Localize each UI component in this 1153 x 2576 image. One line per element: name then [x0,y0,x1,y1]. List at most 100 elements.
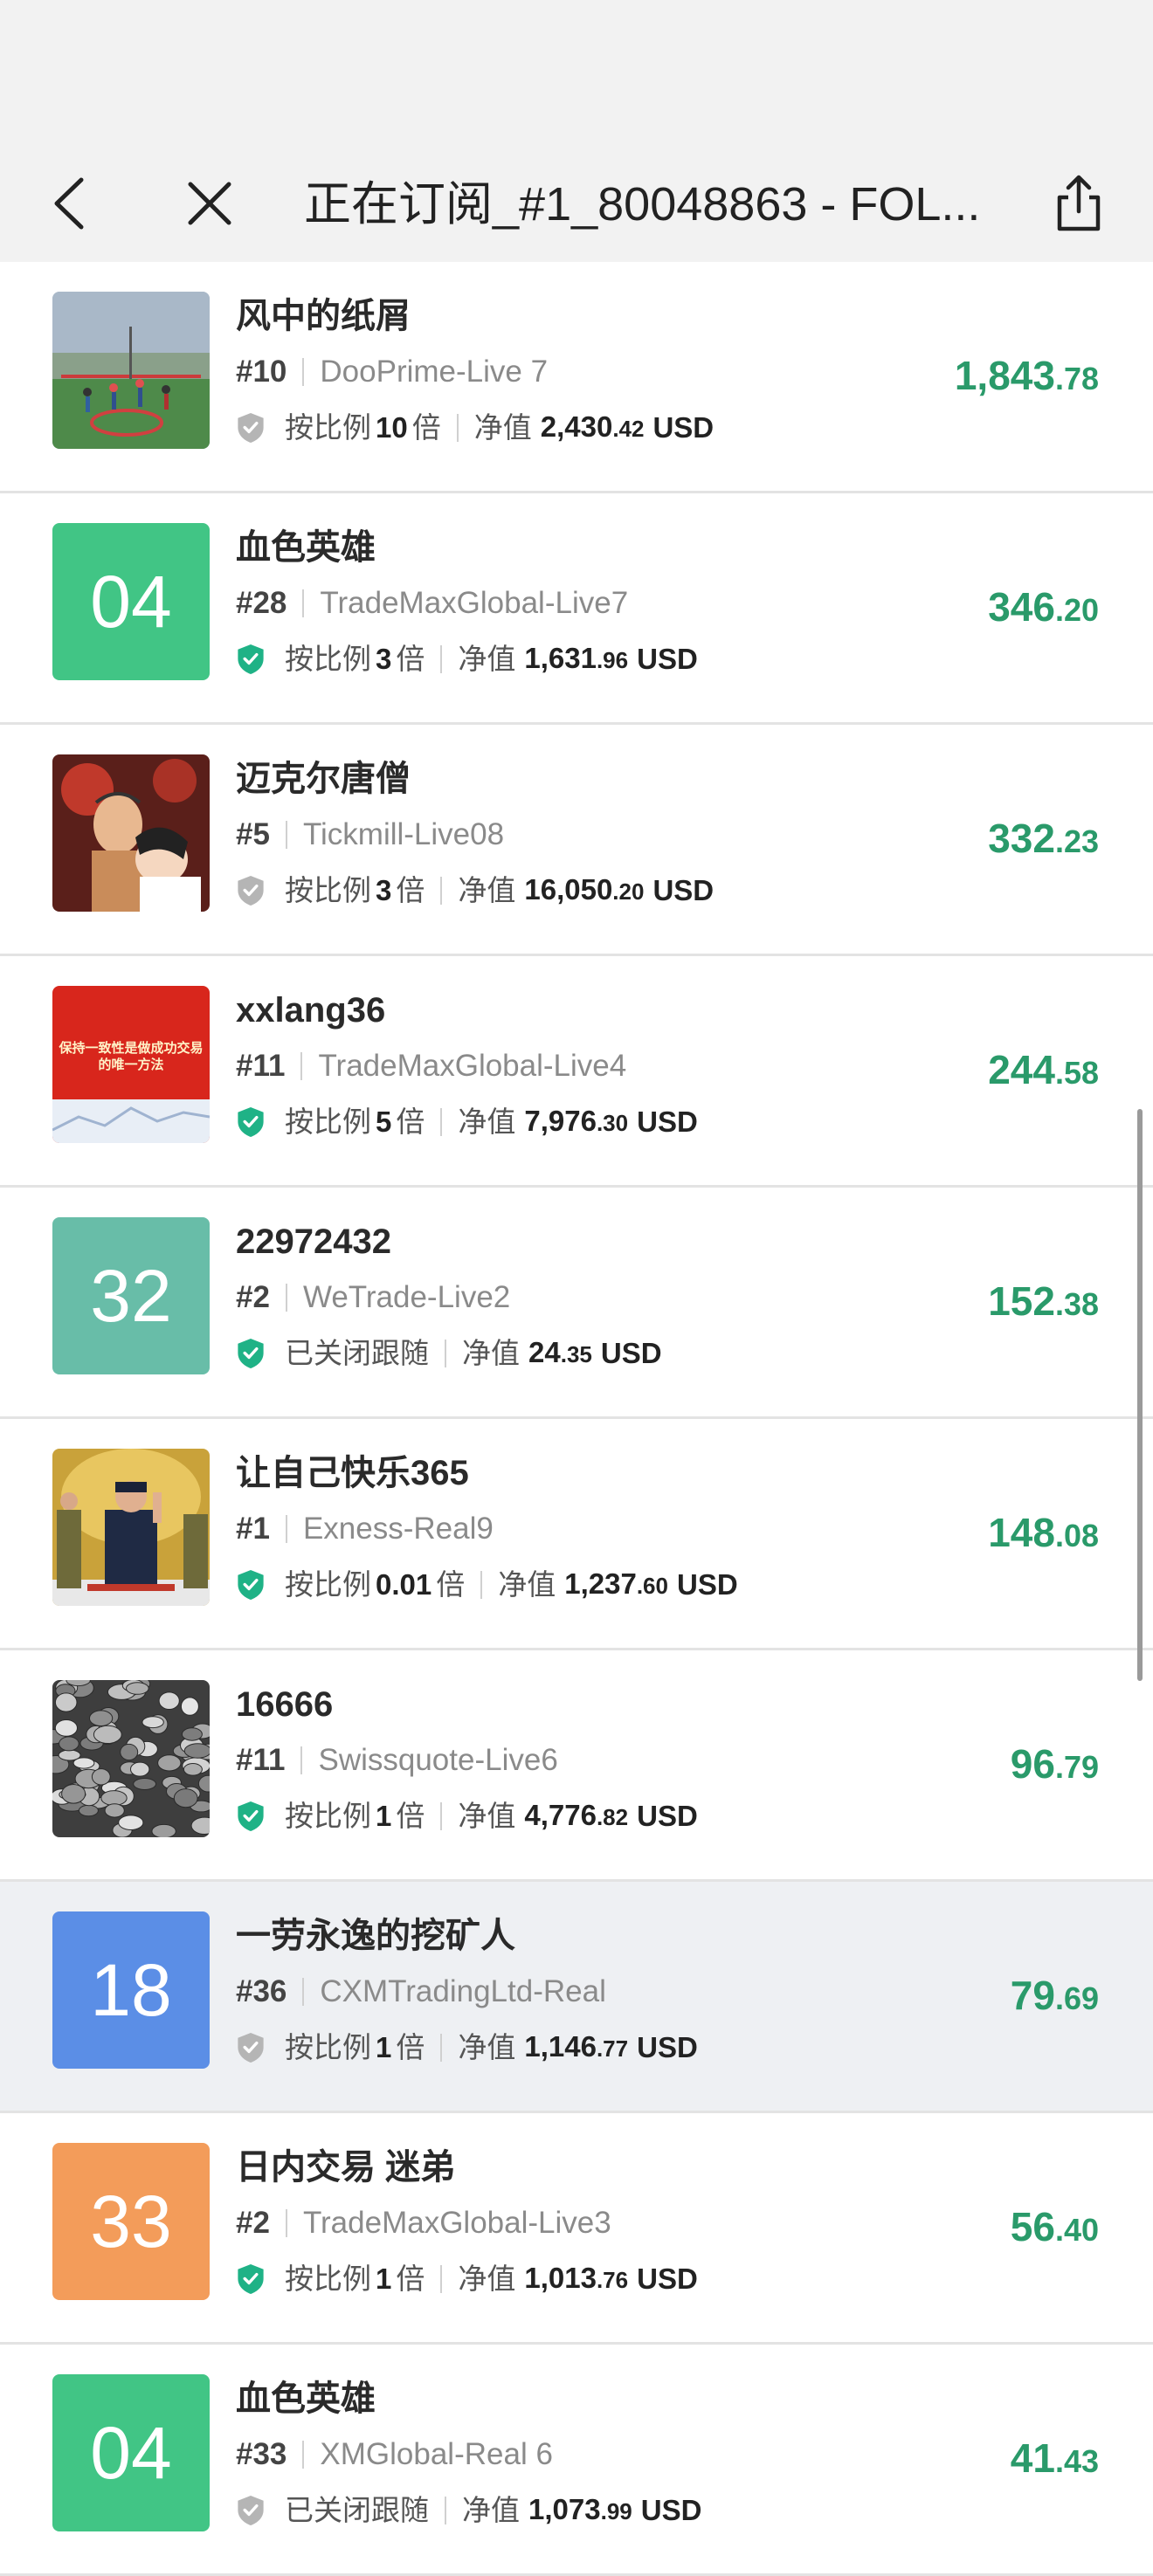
follow-info: 按比例 3 倍净值 16,050.20 USD [236,870,714,912]
currency: USD [637,2031,698,2063]
server-label: XMGlobal-Real 6 [320,2437,553,2471]
equity-dec: .99 [600,2498,632,2524]
caption-line: 的唯一方法 [98,1057,164,1072]
divider [456,414,459,442]
equity-int: 2,430 [540,410,613,443]
follow-info: 按比例 1 倍 净值 1,013.76 USD [236,2258,698,2300]
list-item[interactable]: 16666 #11 Swissquote-Live6 按比例 1 倍 净值 4,776.82 U… [0,1650,1153,1882]
scrollbar[interactable] [1137,1109,1143,1681]
meta-line: #2 WeTrade-Live2 [236,1277,510,1319]
ratio-value: 0.01 [376,1568,432,1601]
trader-name: 16666 [236,1685,334,1724]
divider [285,1515,287,1543]
equity-label: 净值 [473,411,532,444]
divider [300,1746,303,1774]
profit-int: 332 [988,816,1055,861]
rank-label: #11 [236,1743,286,1777]
profit-int: 152 [988,1278,1055,1324]
meta-line: #33 XMGlobal-Real 6 [236,2434,553,2476]
list-item[interactable]: 33 日内交易 迷弟 #2 TradeMaxGlobal-Live3 按比例 1 倍 净值 1,… [0,2113,1153,2345]
meta-line: #36 CXMTradingLtd-Real [236,1971,606,2013]
divider [445,2497,446,2524]
rank-label: #2 [236,1280,270,1314]
currency: USD [637,1105,698,1138]
divider [285,1284,287,1312]
equity-dec: .82 [596,1804,629,1830]
server-label: Swissquote-Live6 [318,1743,558,1777]
profit-dec: .78 [1054,361,1099,396]
meta-line: #5 Tickmill-Live08 [236,814,504,856]
divider [300,1052,303,1080]
profit-dec: .40 [1054,2212,1099,2248]
profit-value: 332.23 [988,812,1099,868]
divider [302,589,305,617]
shield-check-icon-inactive [238,2495,264,2526]
list-item[interactable]: 迈克尔唐僧 #5 Tickmill-Live08 按比例 3 倍净值 16,050.20 US… [0,725,1153,956]
avatar-label: 04 [90,2411,172,2494]
list-item[interactable]: 04 血色英雄 #28 TradeMaxGlobal-Live7 按比例 3 倍 净值 1,63… [0,493,1153,725]
trader-name: 风中的纸屑 [236,297,411,335]
list-item[interactable]: 保持一致性是做成功交易 的唯一方法 xxlang36 #11 TradeMaxGloba… [0,956,1153,1188]
follow-mode: 按比例 [285,874,371,906]
divider [440,1108,443,1136]
ratio-value: 3 [376,874,392,906]
back-button[interactable] [31,164,109,243]
equity-dec: .96 [596,647,629,673]
currency: USD [652,874,715,906]
equity-label: 净值 [458,2263,516,2295]
shield-check-icon [238,1338,264,1369]
equity-label: 净值 [458,1105,516,1138]
share-button[interactable] [1039,164,1118,243]
rank-label: #33 [236,2437,287,2471]
caption-line: 保持一致性是做成功交易 [59,1040,204,1056]
equity-int: 16,050 [524,873,613,906]
equity-label: 净值 [462,1337,520,1369]
profit-dec: .23 [1054,823,1099,859]
profit-int: 148 [988,1510,1055,1555]
equity-label: 净值 [458,874,516,906]
meta-line: #1 Exness-Real9 [236,1508,494,1550]
equity-dec: .60 [636,1573,668,1599]
rank-label: #28 [236,586,287,620]
equity-int: 1,146 [524,2030,597,2063]
divider [440,2265,443,2293]
shield-check-icon-inactive [238,412,264,444]
profit-dec: .38 [1054,1286,1099,1322]
list-item[interactable]: 32 22972432 #2 WeTrade-Live2 已关闭跟随 净值 24.35 USD… [0,1188,1153,1419]
trader-name: 血色英雄 [236,528,376,567]
follow-mode: 已关闭跟随 [285,2494,429,2526]
list-item[interactable]: 18 一劳永逸的挖矿人 #36 CXMTradingLtd-Real 按比例 1 倍 净值 1,… [0,1882,1153,2113]
divider [302,2441,305,2469]
ratio-unit: 倍 [396,874,425,906]
profit-value: 1,843.78 [955,349,1099,405]
shield-check-icon [238,1569,264,1601]
list-item[interactable]: 让自己快乐365 #1 Exness-Real9 按比例 0.01 倍净值 1,237.60… [0,1419,1153,1650]
ratio-value: 1 [376,2031,392,2063]
server-label: CXMTradingLtd-Real [320,1974,606,2008]
divider [285,2209,287,2237]
equity-int: 24 [528,1336,561,1368]
equity-label: 净值 [458,2031,516,2063]
list-item[interactable]: 04 血色英雄 #33 XMGlobal-Real 6 已关闭跟随 净值 1,073.99 U… [0,2345,1153,2576]
follow-info: 按比例 5 倍净值 7,976.30 USD [236,1101,698,1143]
profit-dec: .79 [1054,1749,1099,1785]
trader-name: xxlang36 [236,991,386,1030]
list-item[interactable]: 风中的纸屑 #10 DooPrime-Live 7 按比例 10 倍净值 2,430.42 U… [0,262,1153,493]
equity-value: 1,146.77 [524,2027,628,2069]
ratio-value: 5 [376,1105,392,1138]
follow-mode: 按比例 [285,643,371,675]
rank-label: #36 [236,1974,287,2008]
meta-line: #10 DooPrime-Live 7 [236,351,548,393]
server-label: TradeMaxGlobal-Live4 [318,1049,627,1083]
follow-mode: 按比例 [285,2263,371,2295]
close-button[interactable] [170,164,249,243]
server-label: WeTrade-Live2 [302,1280,511,1314]
meta-line: #28 TradeMaxGlobal-Live7 [236,582,628,624]
shield-check-icon [238,1801,264,1832]
server-label: DooPrime-Live 7 [320,355,549,389]
rank-label: #2 [236,2206,270,2240]
divider [302,358,305,386]
divider [302,1978,305,2006]
shield-check-icon-inactive [238,2032,264,2063]
equity-value: 2,430.42 [541,407,645,449]
